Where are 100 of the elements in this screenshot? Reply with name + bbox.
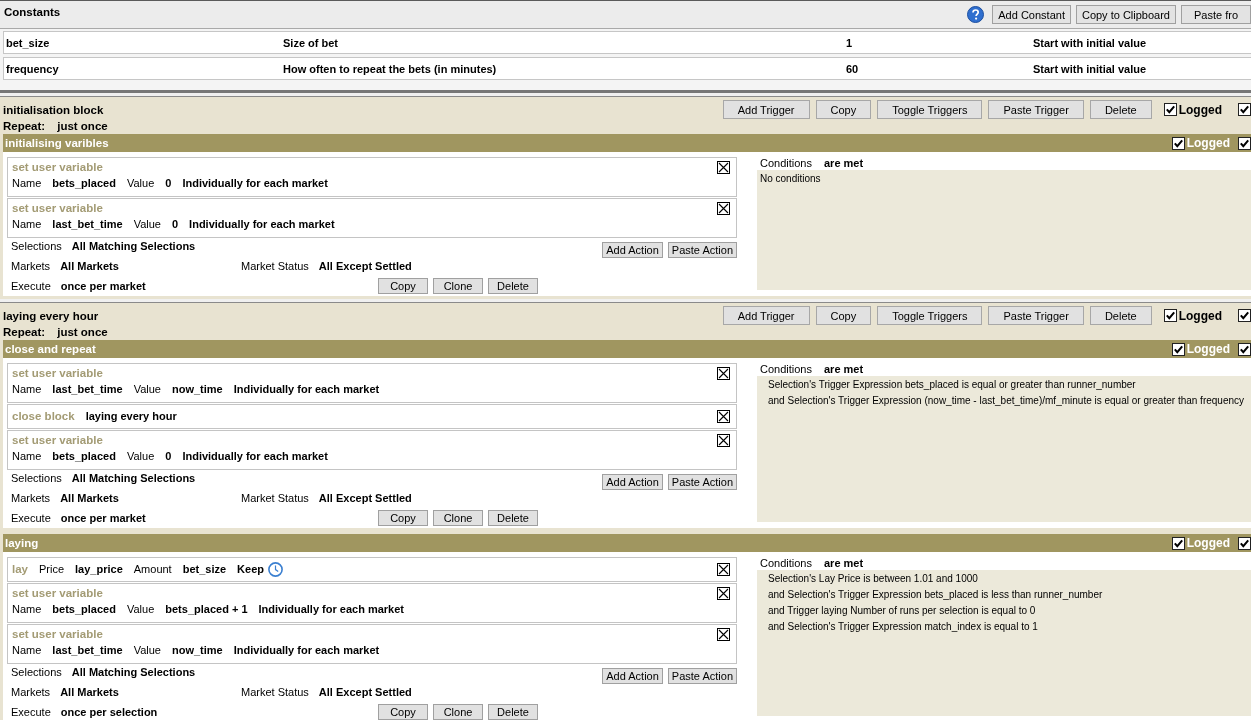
- toolbar-button[interactable]: Paste fro: [1181, 5, 1251, 24]
- field-value: All Except Settled: [318, 491, 412, 505]
- help-icon[interactable]: [967, 6, 985, 23]
- condition-line: and Selection's Trigger Expression match_index is equal to 1: [768, 620, 1038, 634]
- field-value: laying every hour: [85, 409, 177, 423]
- field-value: 0: [165, 176, 172, 190]
- field-value: Individually for each market: [258, 602, 404, 616]
- field-value: Individually for each market: [182, 176, 328, 190]
- checkbox[interactable]: [1238, 536, 1251, 550]
- close-icon[interactable]: [717, 433, 730, 447]
- close-icon[interactable]: [717, 160, 730, 174]
- field-value: lay_price: [75, 562, 123, 576]
- field-label: Name: [12, 176, 42, 190]
- checkbox-label: Logged: [1178, 308, 1222, 323]
- clock-icon[interactable]: [268, 561, 283, 577]
- checkbox[interactable]: [1238, 309, 1251, 322]
- field-label: Selections: [11, 471, 62, 485]
- repeat-value: just once: [57, 326, 108, 338]
- action-button[interactable]: Clone: [433, 277, 483, 294]
- field-label: Selections: [11, 239, 62, 253]
- checkbox[interactable]: [1163, 309, 1177, 322]
- checkbox-label: Logged: [1178, 102, 1222, 117]
- table-cell: 1: [846, 36, 853, 49]
- table-cell: frequency: [6, 62, 59, 75]
- checkbox[interactable]: [1238, 136, 1251, 150]
- field-label: Amount: [133, 562, 172, 576]
- toolbar-button[interactable]: Toggle Triggers: [877, 306, 983, 325]
- toolbar-button[interactable]: Paste Trigger: [988, 306, 1084, 325]
- repeat-label: Repeat:: [3, 326, 46, 338]
- field-value: bets_placed: [52, 602, 116, 616]
- action-title: set user variable: [12, 367, 103, 379]
- action-button[interactable]: Copy: [378, 277, 428, 294]
- action-button[interactable]: Add Action: [602, 242, 663, 258]
- field-label: Value: [133, 382, 161, 396]
- action-button[interactable]: Copy: [378, 703, 428, 720]
- field-label: Name: [12, 449, 42, 463]
- action-button[interactable]: Paste Action: [667, 668, 737, 684]
- field-value: Individually for each market: [233, 382, 380, 396]
- action-button[interactable]: Delete: [488, 509, 538, 526]
- action-button[interactable]: Paste Action: [667, 242, 737, 258]
- field-value: last_bet_time: [52, 643, 123, 657]
- toolbar-button[interactable]: Copy to Clipboard: [1075, 5, 1176, 24]
- action-button[interactable]: Delete: [488, 277, 538, 294]
- field-label: Value: [126, 176, 155, 190]
- close-icon[interactable]: [717, 562, 730, 576]
- field-value: bet_size: [182, 562, 227, 576]
- checkbox[interactable]: [1163, 103, 1177, 116]
- action-button[interactable]: Copy: [378, 509, 428, 526]
- close-icon[interactable]: [717, 201, 730, 215]
- toolbar-button[interactable]: Add Trigger: [722, 306, 810, 325]
- action-button[interactable]: Add Action: [602, 474, 663, 490]
- field-label: Market Status: [241, 259, 309, 273]
- checkbox[interactable]: [1171, 342, 1185, 356]
- toolbar-button[interactable]: Toggle Triggers: [877, 100, 983, 119]
- action-button[interactable]: Clone: [433, 509, 483, 526]
- no-conditions-text: No conditions: [760, 172, 821, 186]
- field-label: Value: [126, 602, 155, 616]
- conditions-value: are met: [824, 556, 864, 570]
- checkbox[interactable]: [1238, 342, 1251, 356]
- table-cell: bet_size: [6, 36, 50, 49]
- action-title: close block: [12, 410, 75, 422]
- field-value: All Except Settled: [318, 685, 412, 699]
- checkbox[interactable]: [1171, 536, 1185, 550]
- toolbar-button[interactable]: Delete: [1089, 306, 1152, 325]
- condition-line: and Selection's Trigger Expression (now_time - last_bet_time)/mf_minute is equal or greater than frequency: [768, 394, 1245, 408]
- constants-title: Constants: [4, 5, 61, 20]
- field-value: bets_placed: [52, 449, 116, 463]
- trigger-title: laying: [5, 537, 39, 549]
- close-icon[interactable]: [717, 366, 730, 380]
- toolbar-button[interactable]: Delete: [1089, 100, 1152, 119]
- field-label: Market Status: [241, 491, 309, 505]
- close-icon[interactable]: [717, 586, 730, 600]
- checkbox[interactable]: [1238, 103, 1251, 116]
- toolbar-button[interactable]: Copy: [815, 100, 872, 119]
- toolbar-button[interactable]: Add Constant: [992, 5, 1071, 24]
- toolbar-button[interactable]: Copy: [815, 306, 872, 325]
- table-cell: Start with initial value: [1033, 62, 1147, 75]
- toolbar-button[interactable]: Paste Trigger: [988, 100, 1084, 119]
- close-icon[interactable]: [717, 409, 730, 423]
- field-label: Value: [133, 643, 161, 657]
- checkbox-label: Logged: [1186, 136, 1230, 150]
- field-value: All Matching Selections: [71, 471, 196, 485]
- toolbar-button[interactable]: Add Trigger: [722, 100, 810, 119]
- close-icon[interactable]: [717, 627, 730, 641]
- action-title: set user variable: [12, 202, 103, 214]
- field-value: All Matching Selections: [71, 239, 196, 253]
- conditions-value: are met: [824, 362, 864, 376]
- action-button[interactable]: Paste Action: [667, 474, 737, 490]
- condition-line: and Trigger laying Number of runs per selection is equal to 0: [768, 604, 1036, 618]
- action-button[interactable]: Clone: [433, 703, 483, 720]
- action-button[interactable]: Delete: [488, 703, 538, 720]
- block-title: laying every hour: [3, 309, 99, 322]
- field-label: Markets: [11, 259, 51, 273]
- action-title: lay: [12, 563, 28, 575]
- action-button[interactable]: Add Action: [602, 668, 663, 684]
- table-cell: 60: [846, 62, 859, 75]
- conditions-label: Conditions: [760, 556, 812, 570]
- table-cell: Size of bet: [283, 36, 338, 49]
- field-value: now_time: [172, 643, 223, 657]
- checkbox[interactable]: [1171, 136, 1185, 150]
